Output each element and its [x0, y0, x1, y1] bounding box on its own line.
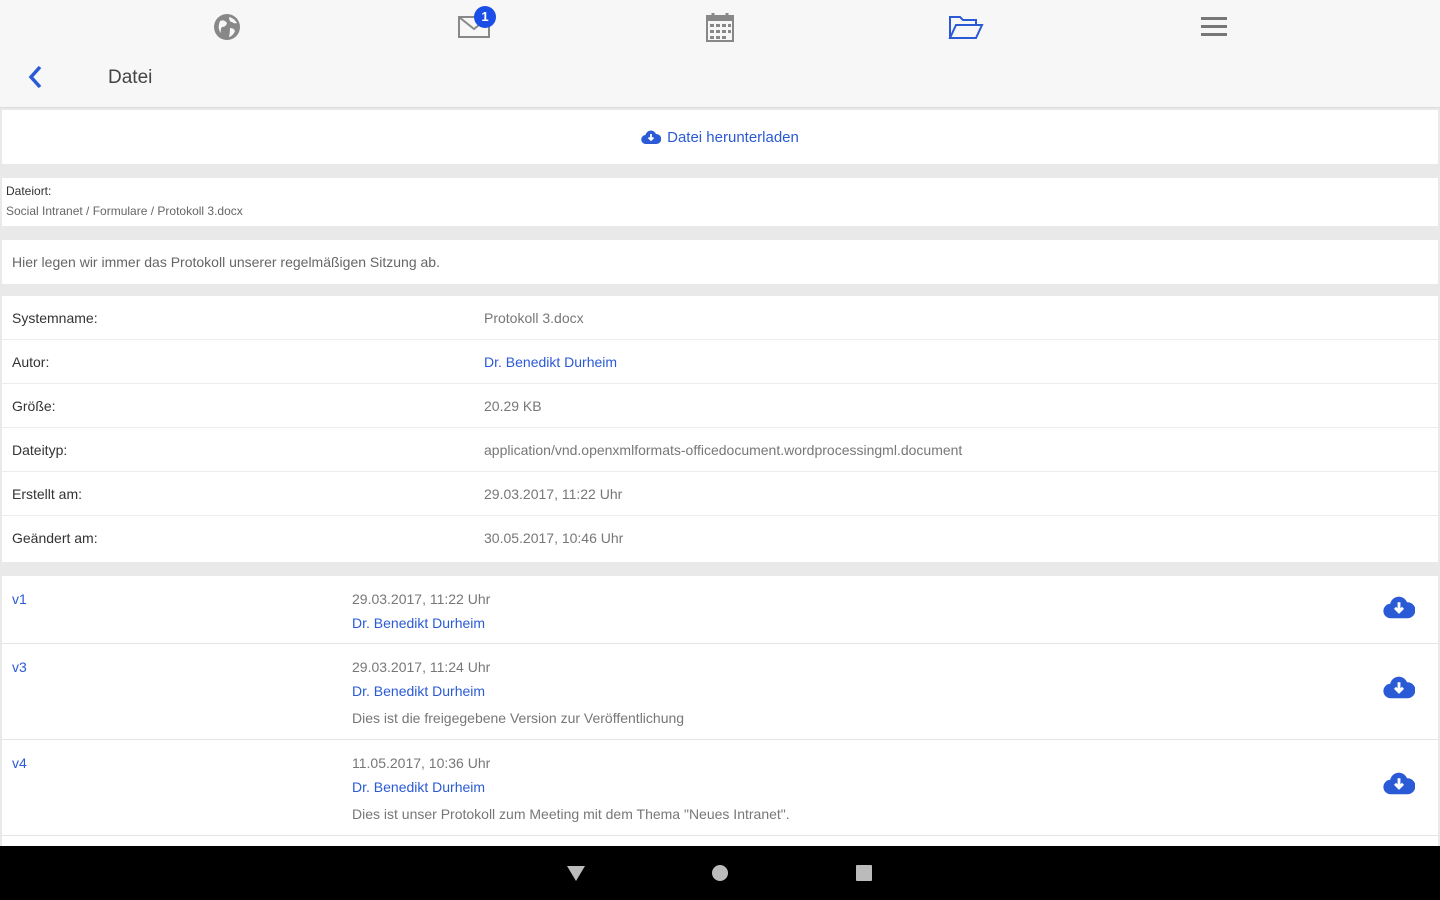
top-navigation-bar: 1 Datei: [0, 0, 1440, 108]
cloud-download-icon: [1383, 596, 1415, 619]
square-icon: [856, 865, 872, 881]
file-description: Hier legen wir immer das Protokoll unser…: [2, 240, 1438, 284]
version-item: v1 29.03.2017, 11:22 Uhr Dr. Benedikt Du…: [2, 576, 1438, 644]
calendar-icon[interactable]: [700, 8, 740, 46]
system-recents-button[interactable]: [849, 860, 879, 886]
property-key: Erstellt am:: [12, 486, 83, 502]
property-key: Geändert am:: [12, 530, 98, 546]
property-value: 30.05.2017, 10:46 Uhr: [484, 530, 624, 546]
mail-icon[interactable]: 1: [454, 6, 496, 46]
version-item: v4 11.05.2017, 10:36 Uhr Dr. Benedikt Du…: [2, 740, 1438, 836]
version-note: Dies ist unser Protokoll zum Meeting mit…: [352, 806, 790, 822]
property-key: Dateityp:: [12, 442, 68, 458]
property-value: Protokoll 3.docx: [484, 310, 584, 326]
download-file-link[interactable]: Datei herunterladen: [641, 129, 799, 146]
property-key: Größe:: [12, 398, 56, 414]
version-date: 29.03.2017, 11:24 Uhr: [352, 659, 491, 675]
property-value: 20.29 KB: [484, 398, 542, 414]
file-location-path: Social Intranet / Formulare / Protokoll …: [6, 204, 243, 218]
version-item: v3 29.03.2017, 11:24 Uhr Dr. Benedikt Du…: [2, 644, 1438, 740]
version-author-link[interactable]: Dr. Benedikt Durheim: [352, 615, 485, 631]
version-id-link[interactable]: v4: [12, 755, 27, 771]
page-title: Datei: [108, 67, 153, 88]
file-location-label: Dateiort:: [6, 184, 52, 198]
property-value: 29.03.2017, 11:22 Uhr: [484, 486, 623, 502]
system-back-button[interactable]: [561, 860, 591, 886]
folder-open-icon[interactable]: [946, 8, 986, 46]
version-author-link[interactable]: Dr. Benedikt Durheim: [352, 779, 485, 795]
property-key: Autor:: [12, 354, 50, 370]
version-download-button[interactable]: [1382, 672, 1416, 702]
download-card: Datei herunterladen: [2, 110, 1438, 164]
system-navigation-bar: [0, 846, 1440, 900]
cloud-download-icon: [1383, 676, 1415, 699]
mail-badge: 1: [474, 6, 496, 28]
file-properties: Systemname: Protokoll 3.docx Autor: Dr. …: [2, 296, 1438, 562]
triangle-down-icon: [567, 866, 585, 881]
globe-icon[interactable]: [207, 8, 247, 46]
property-row-filetype: Dateityp: application/vnd.openxmlformats…: [2, 428, 1438, 472]
cloud-download-icon: [1383, 772, 1415, 795]
circle-icon: [712, 865, 728, 881]
version-date: 29.03.2017, 11:22 Uhr: [352, 591, 491, 607]
version-id-link[interactable]: v3: [12, 659, 27, 675]
version-author-link[interactable]: Dr. Benedikt Durheim: [352, 683, 485, 699]
property-row-systemname: Systemname: Protokoll 3.docx: [2, 296, 1438, 340]
property-row-author: Autor: Dr. Benedikt Durheim: [2, 340, 1438, 384]
version-note: Dies ist die freigegebene Version zur Ve…: [352, 710, 685, 726]
version-id-link[interactable]: v1: [12, 591, 27, 607]
author-link[interactable]: Dr. Benedikt Durheim: [484, 354, 617, 370]
back-button[interactable]: [20, 60, 50, 94]
cloud-download-icon: [641, 130, 662, 145]
version-download-button[interactable]: [1382, 768, 1416, 798]
property-key: Systemname:: [12, 310, 98, 326]
property-row-size: Größe: 20.29 KB: [2, 384, 1438, 428]
menu-icon[interactable]: [1194, 8, 1234, 46]
property-row-created: Erstellt am: 29.03.2017, 11:22 Uhr: [2, 472, 1438, 516]
file-location-card: Dateiort: Social Intranet / Formulare / …: [2, 178, 1438, 226]
chevron-left-icon: [28, 65, 42, 89]
version-download-button[interactable]: [1382, 592, 1416, 622]
system-home-button[interactable]: [705, 860, 735, 886]
version-list: v1 29.03.2017, 11:22 Uhr Dr. Benedikt Du…: [2, 576, 1438, 846]
property-value: application/vnd.openxmlformats-officedoc…: [484, 442, 963, 458]
property-row-modified: Geändert am: 30.05.2017, 10:46 Uhr: [2, 516, 1438, 562]
download-file-label: Datei herunterladen: [667, 128, 799, 146]
version-date: 11.05.2017, 10:36 Uhr: [352, 755, 491, 771]
